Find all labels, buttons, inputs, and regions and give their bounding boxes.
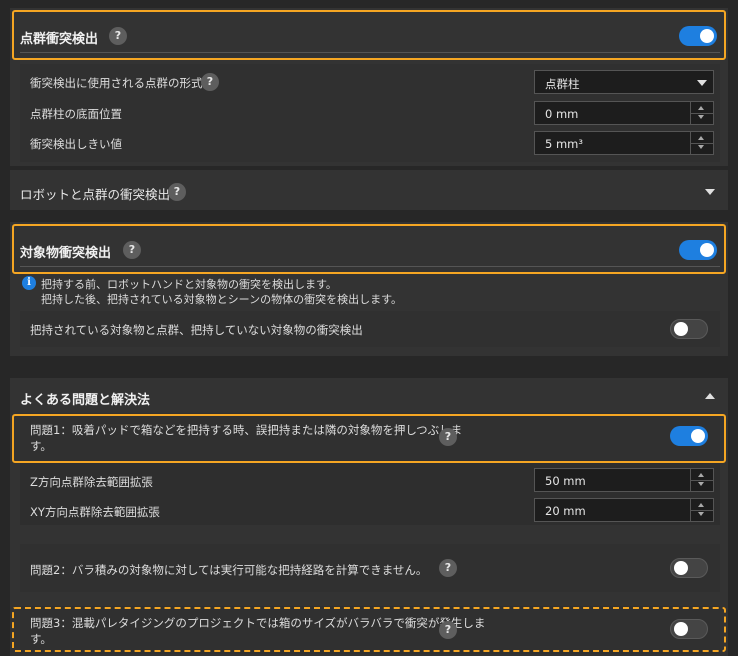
base-position-stepper[interactable] xyxy=(690,102,713,124)
held-object-collision-toggle[interactable] xyxy=(670,319,708,339)
collision-threshold-input[interactable]: 5 mm³ xyxy=(534,131,714,155)
xy-expansion-value: 20 mm xyxy=(545,504,586,518)
faq-q2-toggle[interactable] xyxy=(670,558,708,578)
xy-expansion-label: XY方向点群除去範囲拡張 xyxy=(30,505,160,519)
xy-expansion-stepper[interactable] xyxy=(690,499,713,521)
z-expansion-value: 50 mm xyxy=(545,474,586,488)
step-up-icon[interactable] xyxy=(698,136,704,140)
robot-point-cloud-title[interactable]: ロボットと点群の衝突検出 xyxy=(20,184,170,203)
chevron-up-icon[interactable] xyxy=(705,393,715,399)
step-up-icon[interactable] xyxy=(698,473,704,477)
robot-point-cloud-help-icon[interactable]: ? xyxy=(168,183,186,201)
step-up-icon[interactable] xyxy=(698,503,704,507)
highlight-frame xyxy=(12,224,726,274)
base-position-label: 点群柱の底面位置 xyxy=(30,107,122,121)
z-expansion-label: Z方向点群除去範囲拡張 xyxy=(30,475,153,489)
point-cloud-format-value: 点群柱 xyxy=(545,77,580,91)
chevron-down-icon xyxy=(697,80,707,86)
object-collision-info-line2: 把持した後、把持されている対象物とシーンの物体の衝突を検出します。 xyxy=(41,293,403,306)
xy-expansion-input[interactable]: 20 mm xyxy=(534,498,714,522)
faq-q2-label: 問題2：バラ積みの対象物に対しては実行可能な把持経路を計算できません。 xyxy=(30,563,428,577)
collision-threshold-value: 5 mm³ xyxy=(545,137,583,151)
step-down-icon[interactable] xyxy=(698,482,704,486)
step-down-icon[interactable] xyxy=(698,512,704,516)
held-object-collision-label: 把持されている対象物と点群、把持していない対象物の衝突検出 xyxy=(30,323,363,337)
point-cloud-format-select[interactable]: 点群柱 xyxy=(534,70,714,94)
base-position-value: 0 mm xyxy=(545,107,579,121)
z-expansion-input[interactable]: 50 mm xyxy=(534,468,714,492)
base-position-input[interactable]: 0 mm xyxy=(534,101,714,125)
highlight-frame xyxy=(12,414,726,463)
highlight-frame xyxy=(12,10,726,60)
step-up-icon[interactable] xyxy=(698,106,704,110)
object-collision-info-line1: 把持する前、ロボットハンドと対象物の衝突を検出します。 xyxy=(41,278,337,291)
step-down-icon[interactable] xyxy=(698,145,704,149)
z-expansion-stepper[interactable] xyxy=(690,469,713,491)
faq-q2-help-icon[interactable]: ? xyxy=(439,559,457,577)
point-cloud-format-help-icon[interactable]: ? xyxy=(201,73,219,91)
step-down-icon[interactable] xyxy=(698,115,704,119)
toggle-knob xyxy=(674,322,688,336)
info-icon: i xyxy=(22,276,36,290)
faq-title: よくある問題と解決法 xyxy=(20,393,151,408)
collision-threshold-stepper[interactable] xyxy=(690,132,713,154)
toggle-knob xyxy=(674,561,688,575)
highlight-frame-dashed xyxy=(12,607,726,652)
chevron-down-icon[interactable] xyxy=(705,189,715,195)
collision-threshold-label: 衝突検出しきい値 xyxy=(30,137,122,151)
point-cloud-format-label: 衝突検出に使用される点群の形式 xyxy=(30,76,203,90)
